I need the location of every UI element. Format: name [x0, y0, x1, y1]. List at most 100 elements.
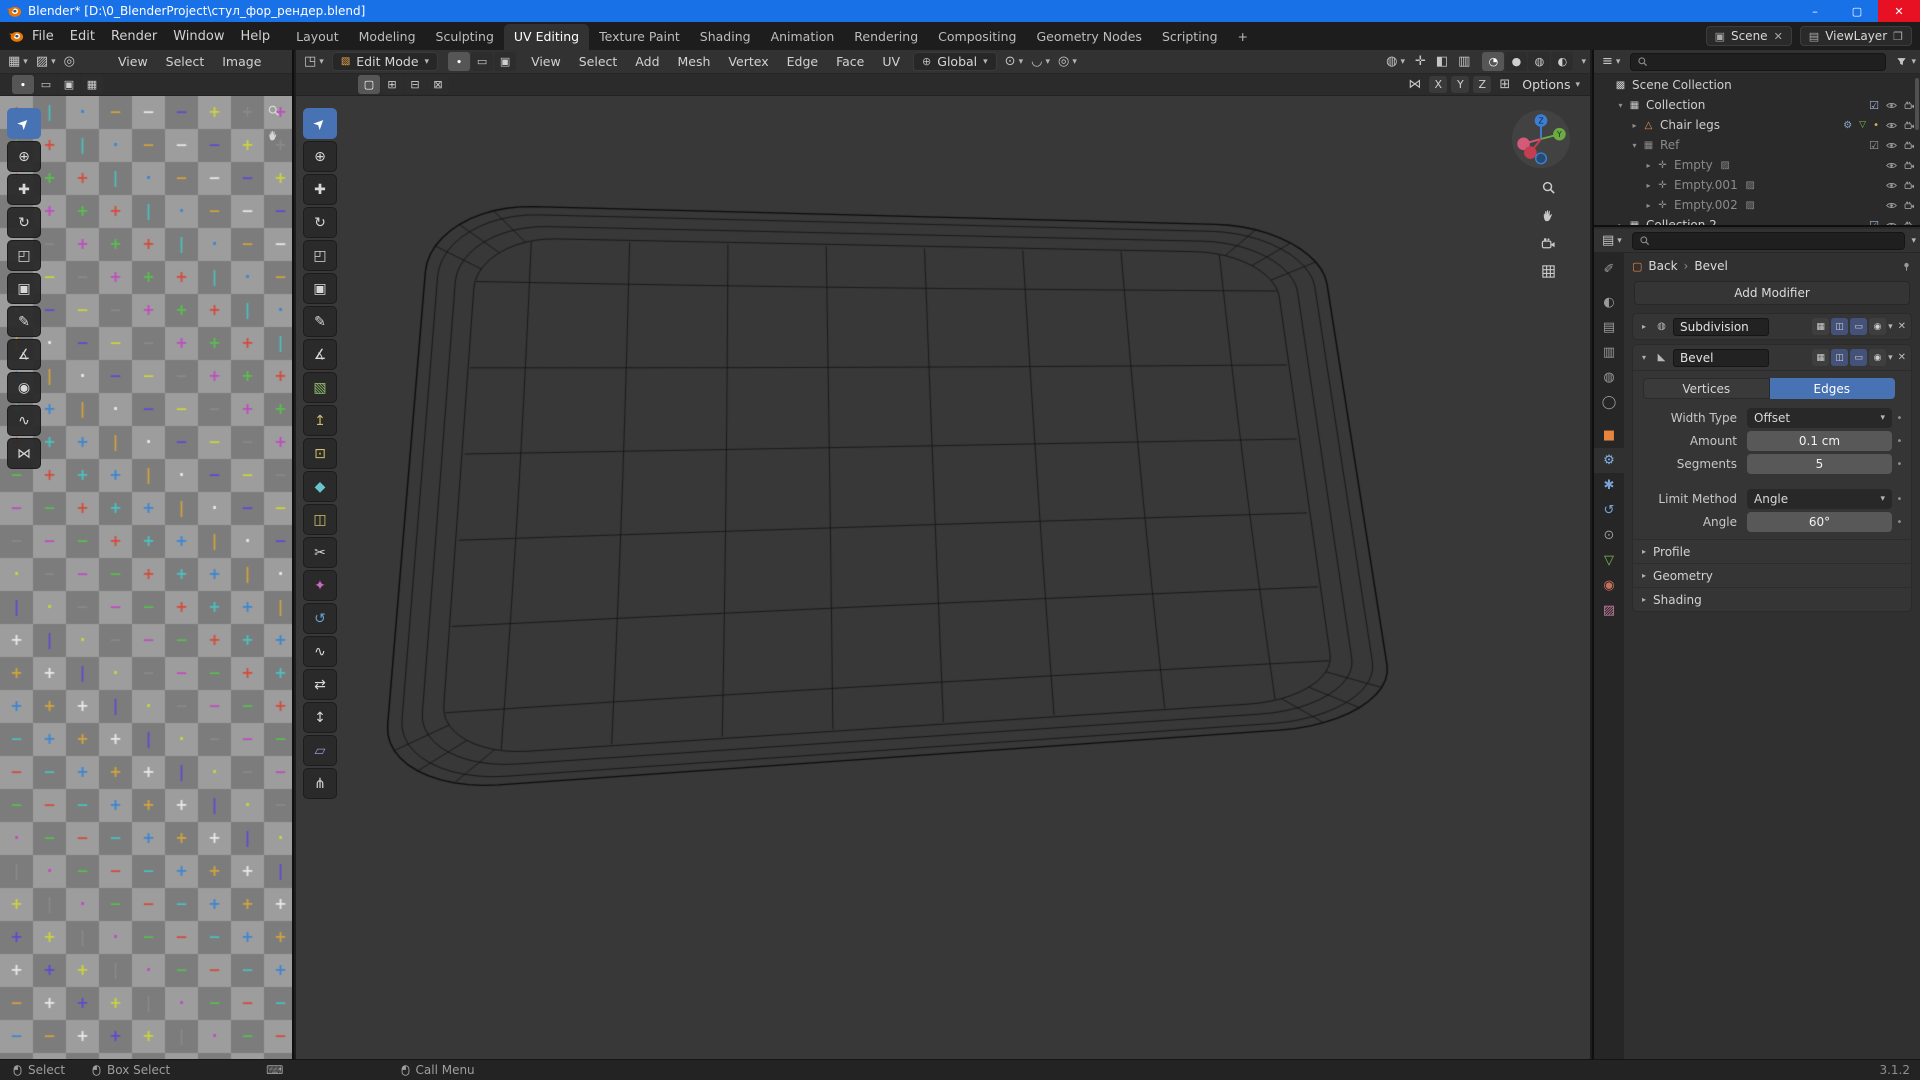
- image-browse-selector[interactable]: ▨▾: [36, 54, 56, 69]
- shading-options-chevron[interactable]: ▾: [1581, 57, 1586, 67]
- uv-tool-move[interactable]: ✚: [7, 174, 41, 205]
- vp-menu-uv[interactable]: UV: [873, 54, 909, 69]
- workspace-tab-layout[interactable]: Layout: [286, 24, 349, 50]
- minimize-button[interactable]: –: [1794, 0, 1836, 22]
- xray-toggle[interactable]: ▥: [1458, 54, 1470, 69]
- viewlayer-selector[interactable]: ▤ ViewLayer ❐: [1800, 26, 1912, 46]
- menu-edit[interactable]: Edit: [62, 29, 103, 44]
- close-button[interactable]: ✕: [1878, 0, 1920, 22]
- uv-grid-canvas[interactable]: [0, 96, 292, 1059]
- vertex-select-button[interactable]: ∙: [448, 52, 470, 71]
- modifier-name-field[interactable]: Bevel: [1673, 349, 1769, 367]
- delete-modifier-icon[interactable]: ✕: [1898, 321, 1906, 332]
- rendered-shading-button[interactable]: ◐: [1551, 52, 1573, 71]
- tool-knife[interactable]: ✂: [303, 537, 337, 568]
- workspace-tab-scripting[interactable]: Scripting: [1152, 24, 1228, 50]
- hide-viewport-eye-icon[interactable]: [1886, 140, 1897, 151]
- hide-render-camera-icon[interactable]: [1904, 120, 1915, 131]
- row-label[interactable]: Collection 2: [1646, 218, 1717, 225]
- affect-edges-button[interactable]: Edges: [1770, 378, 1896, 399]
- row-label[interactable]: Chair legs: [1660, 118, 1720, 132]
- uv-tool-annotate[interactable]: ✎: [7, 306, 41, 337]
- modifier-extras-chevron[interactable]: ▾: [1888, 353, 1893, 363]
- modifier-gear-icon[interactable]: ⚙: [1843, 120, 1852, 131]
- vp-menu-view[interactable]: View: [522, 54, 570, 69]
- hide-render-camera-icon[interactable]: [1904, 100, 1915, 111]
- cage-display-toggle[interactable]: ◉: [1869, 318, 1886, 335]
- outliner-display-mode[interactable]: ≡▾: [1602, 54, 1620, 69]
- tool-loop-cut[interactable]: ◫: [303, 504, 337, 535]
- amount-value-slider[interactable]: 0.1 cm: [1747, 431, 1892, 451]
- tool-smooth[interactable]: ∿: [303, 636, 337, 667]
- row-label[interactable]: Ref: [1660, 138, 1679, 152]
- hide-viewport-eye-icon[interactable]: [1886, 200, 1897, 211]
- tool-scale[interactable]: ◰: [303, 240, 337, 271]
- tab-object-data[interactable]: ▽: [1594, 548, 1624, 573]
- menu-help[interactable]: Help: [233, 29, 279, 44]
- tab-scene[interactable]: ◍: [1594, 365, 1624, 390]
- tool-add-cube[interactable]: ▧: [303, 372, 337, 403]
- pin-icon[interactable]: [1901, 261, 1912, 272]
- tool-rotate[interactable]: ↻: [303, 207, 337, 238]
- viewport-canvas-area[interactable]: ➤ ⊕ ✚ ↻ ◰ ▣ ✎ ∡ ▧ ↥ ⊡ ◆ ◫ ✂ ✦ ↺ ∿ ⇄ ↕ ▱: [296, 96, 1590, 1059]
- blender-menu-icon[interactable]: [8, 28, 24, 44]
- uv-tool-relax[interactable]: ∿: [7, 405, 41, 436]
- uv-menu-select[interactable]: Select: [157, 54, 214, 69]
- tab-world[interactable]: ◯: [1594, 390, 1624, 415]
- outliner-row-empty[interactable]: ▸ ✛ Empty ▨: [1594, 155, 1920, 175]
- uv-tool-rotate[interactable]: ↻: [7, 207, 41, 238]
- subdivision-panel-header[interactable]: ▸ ◍ Subdivision ▦ ◫ ▭ ◉ ▾ ✕: [1633, 314, 1911, 339]
- realtime-display-toggle[interactable]: ◫: [1831, 318, 1848, 335]
- visibility-dropdown[interactable]: ◍▾: [1386, 54, 1405, 69]
- keyframe-dot[interactable]: •: [1892, 459, 1907, 470]
- delete-modifier-icon[interactable]: ✕: [1898, 352, 1906, 363]
- options-dropdown[interactable]: Options▾: [1522, 77, 1580, 92]
- scene-selector[interactable]: ▣ Scene ✕: [1706, 26, 1792, 46]
- uv-tool-transform[interactable]: ▣: [7, 273, 41, 304]
- tool-cursor[interactable]: ⊕: [303, 141, 337, 172]
- workspace-tab-geometry-nodes[interactable]: Geometry Nodes: [1027, 24, 1152, 50]
- uv-island-select-button[interactable]: ▦: [81, 75, 103, 94]
- uv-edge-select-button[interactable]: ▭: [35, 75, 57, 94]
- menu-file[interactable]: File: [24, 29, 62, 44]
- tab-texture[interactable]: ▨: [1594, 598, 1624, 623]
- outliner-row-ref[interactable]: ▾ ▦ Ref ☑: [1594, 135, 1920, 155]
- hide-viewport-eye-icon[interactable]: [1886, 100, 1897, 111]
- tool-shear[interactable]: ▱: [303, 735, 337, 766]
- outliner-row-empty-002[interactable]: ▸ ✛ Empty.002 ▨: [1594, 195, 1920, 215]
- tab-modifiers[interactable]: ⚙: [1594, 448, 1624, 473]
- tab-object[interactable]: ■: [1594, 423, 1624, 448]
- tab-constraints[interactable]: ⊙: [1594, 523, 1624, 548]
- mesh-data-icon[interactable]: ▽: [1859, 120, 1866, 130]
- workspace-tab-sculpting[interactable]: Sculpting: [426, 24, 504, 50]
- add-modifier-button[interactable]: Add Modifier: [1634, 281, 1910, 305]
- properties-editor-type-selector[interactable]: ▤▾: [1602, 233, 1622, 248]
- select-extend-button[interactable]: ⊞: [381, 75, 403, 94]
- hide-render-camera-icon[interactable]: [1904, 140, 1915, 151]
- wireframe-mesh-canvas[interactable]: [296, 96, 1590, 1059]
- menu-render[interactable]: Render: [103, 29, 165, 44]
- mode-dropdown[interactable]: ▧ Edit Mode ▾: [332, 52, 438, 71]
- row-label[interactable]: Empty.001: [1674, 178, 1738, 192]
- hide-viewport-eye-icon[interactable]: [1886, 180, 1897, 191]
- breadcrumb-object[interactable]: Back: [1648, 259, 1677, 273]
- width-type-dropdown[interactable]: Offset ▾: [1747, 408, 1892, 428]
- viewport-camera-view-icon[interactable]: [1541, 236, 1556, 251]
- mirror-z-toggle[interactable]: Z: [1473, 76, 1491, 93]
- breadcrumb-modifier[interactable]: Bevel: [1694, 259, 1727, 273]
- row-label[interactable]: Collection: [1646, 98, 1705, 112]
- outliner-row-empty-001[interactable]: ▸ ✛ Empty.001 ▨: [1594, 175, 1920, 195]
- wireframe-shading-button[interactable]: ◔: [1482, 52, 1504, 71]
- pivot-dropdown[interactable]: ⊙▾: [1005, 54, 1023, 69]
- workspace-tab-uv-editing[interactable]: UV Editing: [504, 24, 589, 50]
- material-shading-button[interactable]: ◍: [1528, 52, 1550, 71]
- angle-value-slider[interactable]: 60°: [1747, 512, 1892, 532]
- tab-material[interactable]: ◉: [1594, 573, 1624, 598]
- tab-particles[interactable]: ✱: [1594, 473, 1624, 498]
- vp-menu-add[interactable]: Add: [626, 54, 668, 69]
- workspace-tab-texture-paint[interactable]: Texture Paint: [589, 24, 690, 50]
- tab-view-layer[interactable]: ▥: [1594, 340, 1624, 365]
- bevel-section-geometry[interactable]: ▸ Geometry: [1633, 563, 1911, 587]
- bevel-section-shading[interactable]: ▸ Shading: [1633, 587, 1911, 611]
- material-slot-icon[interactable]: •: [1873, 120, 1879, 131]
